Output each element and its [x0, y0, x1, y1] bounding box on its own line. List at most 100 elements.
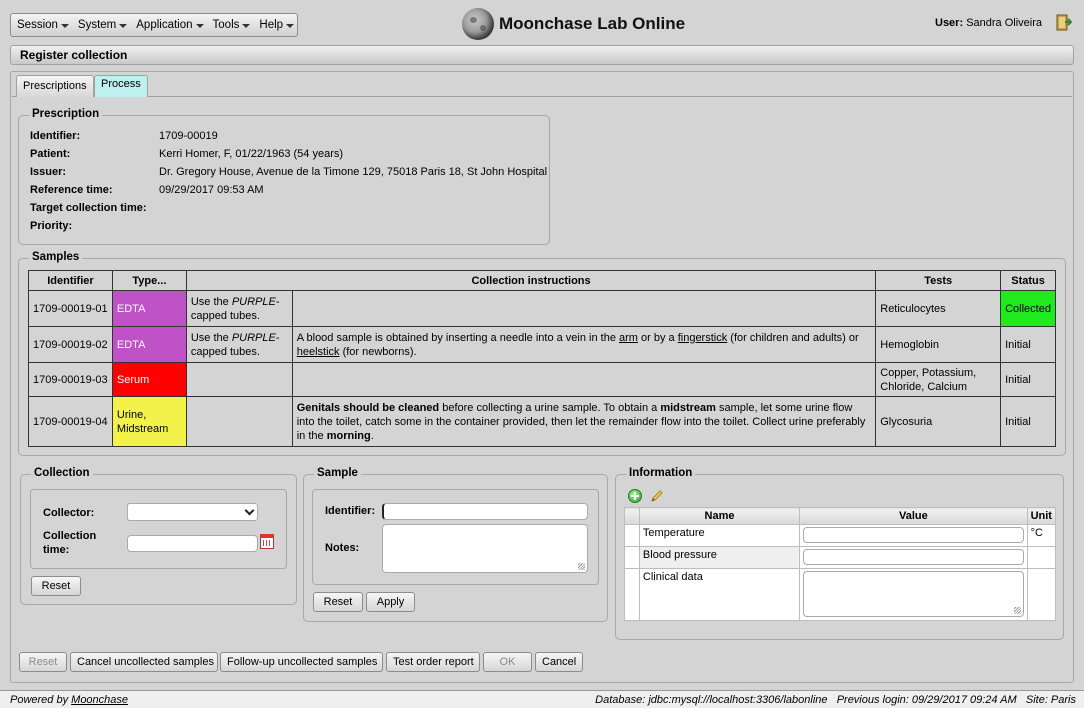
calendar-icon[interactable] — [260, 534, 274, 549]
previous-login: Previous login: 09/29/2017 09:24 AM — [836, 694, 1017, 706]
blood-pressure-input[interactable] — [803, 549, 1024, 565]
info-name: Temperature — [638, 524, 801, 547]
tab-prescriptions[interactable]: Prescriptions — [16, 75, 94, 97]
edit-icon[interactable] — [650, 489, 664, 503]
table-row[interactable]: 1709-00019-02 EDTA Use the PURPLE-capped… — [28, 326, 1056, 363]
table-row[interactable]: 1709-00019-03 Serum Copper, Potassium, C… — [28, 362, 1056, 397]
info-unit: °C — [1026, 524, 1057, 547]
status-badge: Initial — [1000, 362, 1056, 397]
menu-help[interactable]: Help — [259, 19, 295, 31]
sample-type: Serum — [111, 362, 187, 397]
temperature-input[interactable] — [803, 527, 1024, 543]
table-row[interactable]: 1709-00019-01 EDTA Use the PURPLE-capped… — [28, 290, 1056, 327]
sample-id: 1709-00019-04 — [28, 396, 113, 447]
col-name[interactable]: Name — [638, 507, 801, 525]
follow-up-uncollected-button[interactable]: Follow-up uncollected samples — [220, 652, 383, 672]
tube-instructions: Use the PURPLE-capped tubes. — [185, 326, 293, 363]
status-badge: Initial — [1000, 396, 1056, 447]
powered-by: Powered by Moonchase — [10, 694, 129, 706]
menu-session[interactable]: Session — [17, 19, 69, 31]
menu-application[interactable]: Application — [136, 19, 204, 31]
col-type[interactable]: Type... — [111, 270, 187, 291]
sample-apply-button[interactable]: Apply — [366, 592, 415, 612]
user-name: Sandra Oliveira — [966, 17, 1043, 29]
collection-legend: Collection — [31, 467, 93, 479]
info-unit — [1026, 546, 1057, 569]
chevron-down-icon — [119, 24, 128, 28]
col-select — [624, 507, 640, 525]
samples-legend: Samples — [29, 251, 83, 263]
tab-strip — [12, 73, 1072, 97]
chevron-down-icon — [286, 24, 295, 28]
table-row[interactable]: Temperature °C — [624, 524, 1057, 547]
cancel-button[interactable]: Cancel — [535, 652, 583, 672]
collection-instructions: Genitals should be cleaned before collec… — [291, 396, 877, 447]
cancel-uncollected-button[interactable]: Cancel uncollected samples — [70, 652, 218, 672]
info-value-cell — [799, 524, 1028, 547]
resize-grip-icon[interactable] — [1013, 607, 1021, 614]
row-selector[interactable] — [624, 524, 640, 547]
tab-process[interactable]: Process — [94, 75, 148, 97]
information-legend: Information — [626, 467, 696, 479]
footer: Powered by Moonchase Database: jdbc:mysq… — [0, 690, 1084, 708]
notes-label: Notes: — [325, 542, 360, 554]
collection-instructions — [291, 290, 877, 327]
clinical-data-textarea[interactable] — [803, 571, 1024, 617]
col-tests[interactable]: Tests — [875, 270, 1002, 291]
sample-id: 1709-00019-02 — [28, 326, 113, 363]
row-selector[interactable] — [624, 568, 640, 621]
ok-button[interactable]: OK — [483, 652, 532, 672]
collection-instructions — [291, 362, 877, 397]
col-value[interactable]: Value — [799, 507, 1028, 525]
table-row[interactable]: Clinical data — [624, 568, 1057, 621]
chevron-down-icon — [242, 24, 251, 28]
app-logo: Moonchase Lab Online — [462, 7, 685, 41]
col-identifier[interactable]: Identifier — [28, 270, 113, 291]
add-icon[interactable] — [628, 489, 642, 503]
current-user: User: Sandra Oliveira — [935, 17, 1043, 29]
sample-identifier-input[interactable] — [382, 503, 588, 520]
collector-label: Collector: — [43, 507, 95, 519]
menu-system[interactable]: System — [78, 19, 128, 31]
moonchase-link[interactable]: Moonchase — [71, 694, 128, 706]
link-heelstick[interactable]: heelstick — [297, 346, 340, 358]
info-name: Clinical data — [638, 568, 801, 621]
menu-tools[interactable]: Tools — [213, 19, 251, 31]
notes-textarea[interactable] — [382, 524, 588, 573]
test-order-report-button[interactable]: Test order report — [386, 652, 480, 672]
collector-select[interactable] — [127, 503, 258, 521]
sample-reset-button[interactable]: Reset — [313, 592, 363, 612]
information-header-row: Name Value Unit — [624, 507, 1057, 525]
sample-tests: Copper, Potassium, Chloride, Calcium — [875, 362, 1002, 397]
link-fingerstick[interactable]: fingerstick — [678, 332, 728, 344]
collection-time-field[interactable] — [127, 535, 258, 552]
main-menu-bar: Session System Application Tools Help — [10, 13, 298, 37]
site-info: Site: Paris — [1025, 694, 1076, 706]
table-row[interactable]: 1709-00019-04 Urine, Midstream Genitals … — [28, 396, 1056, 447]
row-selector[interactable] — [624, 546, 640, 569]
reset-button[interactable]: Reset — [19, 652, 67, 672]
database-info: Database: jdbc:mysql://localhost:3306/la… — [595, 694, 828, 706]
sample-tests: Glycosuria — [875, 396, 1002, 447]
info-unit — [1026, 568, 1057, 621]
table-row[interactable]: Blood pressure — [624, 546, 1057, 569]
resize-grip-icon[interactable] — [578, 563, 585, 570]
exit-icon[interactable] — [1056, 14, 1072, 31]
link-arm[interactable]: arm — [619, 332, 638, 344]
app-title: Moonchase Lab Online — [499, 14, 686, 33]
col-status[interactable]: Status — [1000, 270, 1056, 291]
moon-logo-icon — [462, 8, 494, 40]
sample-tests: Reticulocytes — [875, 290, 1002, 327]
col-collection-instructions[interactable]: Collection instructions — [185, 270, 877, 291]
collection-reset-button[interactable]: Reset — [31, 576, 81, 596]
sample-id: 1709-00019-01 — [28, 290, 113, 327]
page-title: Register collection — [10, 45, 1074, 65]
sample-legend: Sample — [314, 467, 361, 479]
sample-type: Urine, Midstream — [111, 396, 187, 447]
samples-table: Identifier Type... Collection instructio… — [28, 270, 1056, 447]
info-name: Blood pressure — [638, 546, 801, 569]
chevron-down-icon — [244, 505, 255, 516]
tube-instructions — [185, 396, 293, 447]
col-unit[interactable]: Unit — [1026, 507, 1057, 525]
information-table: Name Value Unit Temperature °C Blood pre… — [624, 507, 1057, 621]
